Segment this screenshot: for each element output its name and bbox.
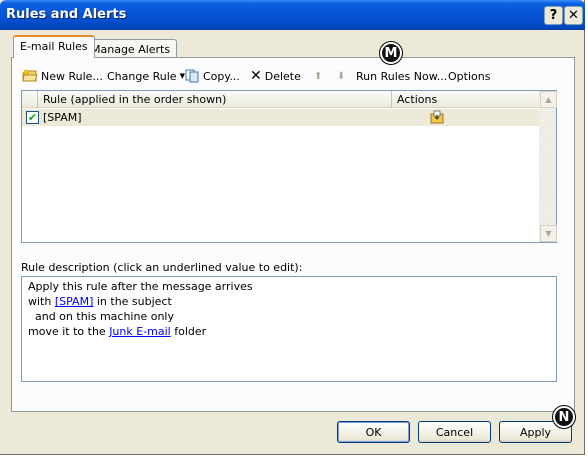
tab-email-rules[interactable]: E-mail Rules (13, 35, 95, 58)
table-row[interactable]: ✔ [SPAM] (22, 109, 540, 126)
cancel-button[interactable]: Cancel (418, 421, 491, 443)
change-rule-button[interactable]: Change Rule ▼ (107, 66, 185, 86)
new-rule-button[interactable]: New Rule... (22, 66, 103, 86)
scroll-up-icon[interactable]: ▲ (540, 91, 557, 108)
run-rules-now-label: Run Rules Now... (356, 69, 448, 83)
title-bar[interactable]: Rules and Alerts ? ✕ (0, 0, 585, 30)
description-line: move it to the Junk E-mail folder (28, 324, 550, 339)
arrow-down-icon: ⬇ (337, 70, 346, 82)
options-button[interactable]: Options (448, 66, 490, 86)
new-rule-icon (22, 69, 38, 82)
annotation-badge-n: N (553, 406, 575, 428)
change-rule-label: Change Rule (107, 69, 177, 83)
copy-label: Copy... (203, 69, 240, 83)
copy-icon (185, 69, 199, 83)
rule-description-label: Rule description (click an underlined va… (21, 261, 303, 274)
rule-name: [SPAM] (43, 111, 82, 124)
junk-email-link[interactable]: Junk E-mail (109, 325, 171, 338)
run-rules-now-button[interactable]: Run Rules Now... (356, 66, 447, 86)
delete-x-icon: ✕ (250, 68, 262, 84)
rules-toolbar: New Rule... Change Rule ▼ Copy... ✕ Dele… (22, 66, 572, 86)
description-line: with [SPAM] in the subject (28, 294, 550, 309)
new-rule-label: New Rule... (41, 69, 103, 83)
rule-description-box: Apply this rule after the message arrive… (21, 276, 557, 382)
rules-and-alerts-dialog: Rules and Alerts ? ✕ E-mail Rules Manage… (0, 0, 585, 455)
scroll-down-icon[interactable]: ▼ (540, 225, 557, 242)
copy-button[interactable]: Copy... (185, 66, 240, 86)
move-down-button[interactable]: ⬇ (337, 66, 345, 86)
checkbox-column-header[interactable] (22, 91, 38, 108)
delete-button[interactable]: ✕ Delete (250, 66, 301, 86)
arrow-up-icon: ⬆ (314, 70, 323, 82)
options-label: Options (448, 69, 491, 83)
rule-column-header[interactable]: Rule (applied in the order shown) (38, 91, 392, 108)
help-button[interactable]: ? (544, 6, 563, 25)
description-text: with (28, 295, 55, 308)
spam-link[interactable]: [SPAM] (55, 295, 94, 308)
description-text: folder (170, 325, 207, 338)
list-header: Rule (applied in the order shown) Action… (22, 91, 540, 108)
actions-column-header[interactable]: Actions (392, 91, 540, 108)
annotation-badge-m: M (380, 42, 402, 64)
move-up-button[interactable]: ⬆ (314, 66, 322, 86)
description-line: and on this machine only (28, 310, 174, 323)
rules-list[interactable]: Rule (applied in the order shown) Action… (21, 90, 557, 243)
description-text: move it to the (28, 325, 110, 338)
close-button[interactable]: ✕ (564, 6, 583, 25)
rules-scrollbar[interactable]: ▲ ▼ (539, 91, 557, 242)
move-to-folder-icon (430, 110, 444, 124)
description-line: Apply this rule after the message arrive… (28, 280, 253, 293)
description-text: in the subject (93, 295, 172, 308)
delete-label: Delete (264, 69, 301, 83)
window-title: Rules and Alerts (6, 7, 127, 22)
rule-enabled-checkbox[interactable]: ✔ (26, 111, 39, 124)
ok-button[interactable]: OK (337, 421, 410, 443)
